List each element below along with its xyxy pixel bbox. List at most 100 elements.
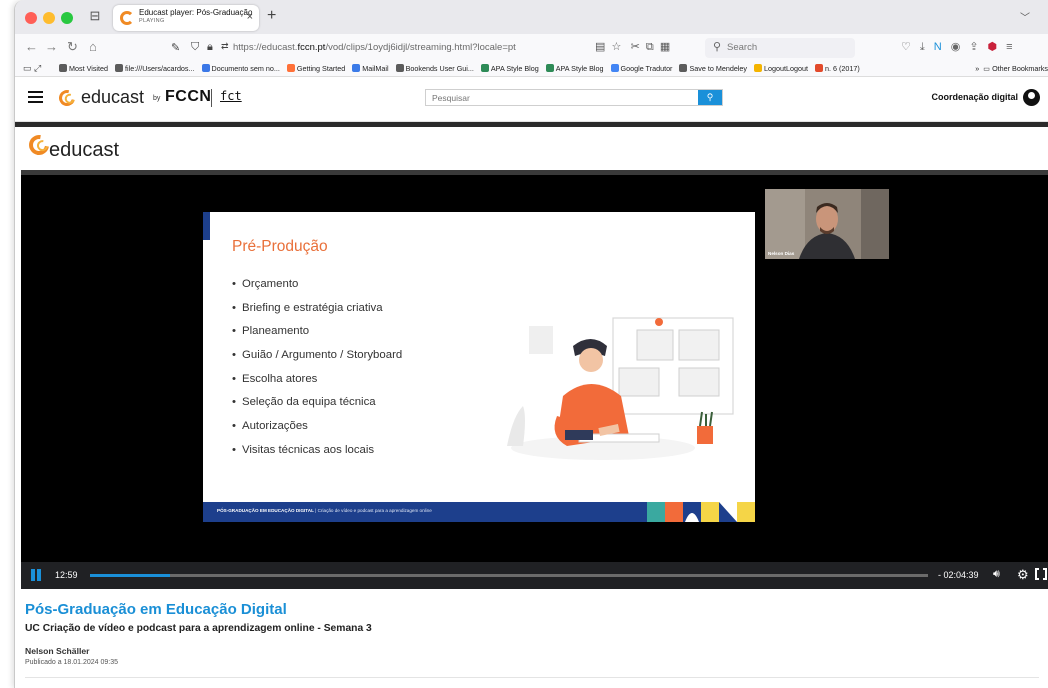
bookmark-favicon-icon (286, 64, 295, 72)
bookmark-favicon-icon (201, 64, 210, 72)
bullet-dot-icon: • (232, 443, 236, 456)
slide-bullet-text: Guião / Argumento / Storyboard (242, 349, 403, 362)
tab-list-chevron-icon[interactable]: ﹀ (1020, 9, 1030, 24)
bookmark-label: Most Visited (69, 64, 109, 73)
tab-close-icon[interactable]: × (247, 11, 253, 23)
bookmark-item[interactable]: Getting Started (286, 64, 345, 73)
menu-icon[interactable]: ≡ (1006, 41, 1021, 53)
bookmark-label: Bookends User Gui... (405, 64, 474, 73)
tab-strip: ⊟ Educast player: Pós-Graduação PLAYING … (15, 0, 1048, 34)
navigation-toolbar: ← → ↻ ⌂ ✎ ⛉ 🔒︎ ⇄ https://educast.fccn.pt… (15, 34, 1048, 62)
user-avatar-icon[interactable] (1023, 89, 1040, 106)
bookmark-item[interactable]: APA Style Blog (545, 64, 604, 73)
extension-icons: ♡⤓N◉⇪⬢≡ (901, 40, 1022, 54)
bookmark-label: APA Style Blog (555, 64, 604, 73)
url-bar[interactable]: ✎ ⛉ 🔒︎ ⇄ https://educast.fccn.pt/vod/cli… (163, 37, 593, 59)
hamburger-menu-icon[interactable] (28, 91, 43, 103)
other-bookmarks[interactable]: » ▭ Other Bookmarks (971, 64, 1048, 73)
educast-logo-icon[interactable] (56, 87, 78, 109)
slide-bullet-text: Visitas técnicas aos locais (242, 443, 375, 456)
reload-icon[interactable]: ↻ (67, 39, 78, 55)
player-controls: 12:59 - 02:04:39 🔊︎ ⚙ (21, 562, 1048, 589)
tab-title: Educast player: Pós-Graduação (139, 8, 253, 17)
slide-bullet: • Briefing e estratégia criativa (232, 302, 402, 326)
bookmark-label: APA Style Blog (490, 64, 539, 73)
bookmark-favicon-icon (679, 64, 688, 72)
site-header: educast by FCCN fct ⚲ Coordenação digita… (15, 80, 1048, 122)
slide-bullet-list: • Orçamento • Briefing e estratégia criativ… (232, 278, 402, 468)
logo-divider (211, 89, 212, 107)
settings-gear-icon[interactable]: ⚙ (1017, 567, 1029, 583)
bookmark-favicon-icon (545, 64, 554, 72)
bookmark-tools-icons[interactable]: ▭ ⤢ (23, 63, 41, 74)
slide-bullet: • Escolha atores (232, 373, 402, 397)
forward-arrow-icon[interactable]: → (45, 39, 58, 55)
pause-icon[interactable] (31, 569, 42, 581)
notion-icon[interactable]: N (934, 41, 951, 53)
user-menu-label[interactable]: Coordenação digital (931, 92, 1018, 102)
footer-decorative-shapes (647, 502, 755, 522)
slide-bullet-text: Autorizações (242, 420, 308, 433)
bullet-dot-icon: • (232, 396, 236, 409)
home-icon[interactable]: ⌂ (89, 39, 97, 55)
paste-icon[interactable]: ▦ (660, 41, 670, 53)
tab-overview-icon[interactable]: ⊟ (87, 8, 103, 24)
bookmark-item[interactable]: APA Style Blog (480, 64, 539, 73)
slide-footer-text: PÓS-GRADUAÇÃO EM EDUCAÇÃO DIGITAL | Cria… (217, 508, 432, 513)
fccn-logo[interactable]: FCCN (165, 88, 211, 106)
bookmark-item[interactable]: Save to Mendeley (679, 64, 747, 73)
shield-icon[interactable]: ⛉ (191, 41, 199, 54)
zoom-window-button[interactable] (61, 12, 73, 24)
bookmark-item[interactable]: Documento sem no... (201, 64, 280, 73)
fct-logo[interactable]: fct (220, 89, 242, 103)
bookmark-star-icon[interactable]: ☆ (612, 41, 622, 53)
bullet-dot-icon: • (232, 420, 236, 433)
permissions-icon[interactable]: ⇄ (221, 41, 229, 52)
back-arrow-icon[interactable]: ← (25, 39, 38, 55)
logo-by: by (153, 95, 161, 102)
pocket-icon[interactable]: ♡ (901, 41, 920, 53)
video-title[interactable]: Pós-Graduação em Educação Digital (25, 601, 287, 618)
bookmark-item[interactable]: file:///Users/acardos... (115, 64, 195, 73)
fullscreen-icon[interactable] (1035, 568, 1047, 580)
url-text[interactable]: https://educast.fccn.pt/vod/clips/1oydj6… (233, 42, 516, 53)
bookmark-item[interactable]: Most Visited (59, 64, 108, 73)
folder-icon: ▭ (983, 64, 991, 73)
copy-icon[interactable]: ⧉ (646, 41, 654, 53)
educast-wordmark[interactable]: educast (81, 87, 144, 108)
bookmark-favicon-icon (395, 64, 404, 72)
search-icon: ⚲ (706, 92, 714, 102)
reader-view-icon[interactable]: ▤ (595, 41, 605, 53)
bookmark-item[interactable]: Bookends User Gui... (395, 64, 474, 73)
bookmark-item[interactable]: Google Tradutor (610, 64, 672, 73)
tab-educast-player[interactable]: Educast player: Pós-Graduação PLAYING × (113, 5, 259, 31)
volume-icon[interactable]: 🔊︎ (993, 568, 1000, 581)
share-icon[interactable]: ⇪ (969, 41, 987, 53)
video-stage[interactable]: Pré-Produção • Orçamento • Briefing e estra… (21, 170, 1048, 562)
account-icon[interactable]: ◉ (951, 41, 970, 53)
slide-bullet-text: Planeamento (242, 325, 310, 338)
progress-bar[interactable] (90, 574, 928, 577)
new-tab-button[interactable]: + (267, 8, 276, 24)
overflow-chevron-icon[interactable]: » (975, 64, 979, 73)
minimize-window-button[interactable] (43, 12, 55, 24)
bookmark-label: Documento sem no... (211, 64, 280, 73)
bullet-dot-icon: • (232, 278, 236, 290)
lock-icon[interactable]: 🔒︎ (207, 41, 213, 54)
other-bookmarks-label: Other Bookmarks (992, 64, 1048, 73)
wrench-icon[interactable]: ✎ (171, 41, 180, 54)
site-search-input[interactable] (426, 90, 698, 105)
player-brand-bar: educast (15, 122, 1048, 170)
slide-bullet: • Visitas técnicas aos locais (232, 444, 402, 468)
bookmark-item[interactable]: MailMail (352, 64, 389, 73)
site-search-button[interactable]: ⚲ (698, 90, 722, 105)
browser-search-box[interactable]: ⚲ Search (705, 38, 855, 58)
close-window-button[interactable] (25, 12, 37, 24)
bookmark-item[interactable]: LogoutLogout (754, 64, 808, 73)
ublock-icon[interactable]: ⬢ (988, 41, 1007, 53)
downloads-icon[interactable]: ⤓ (920, 41, 934, 53)
slide-bullet: • Guião / Argumento / Storyboard (232, 349, 402, 373)
slide-bullet: • Autorizações (232, 420, 402, 444)
cut-icon[interactable]: ✂ (631, 41, 640, 53)
bookmark-item[interactable]: n. 6 (2017) (814, 64, 860, 73)
